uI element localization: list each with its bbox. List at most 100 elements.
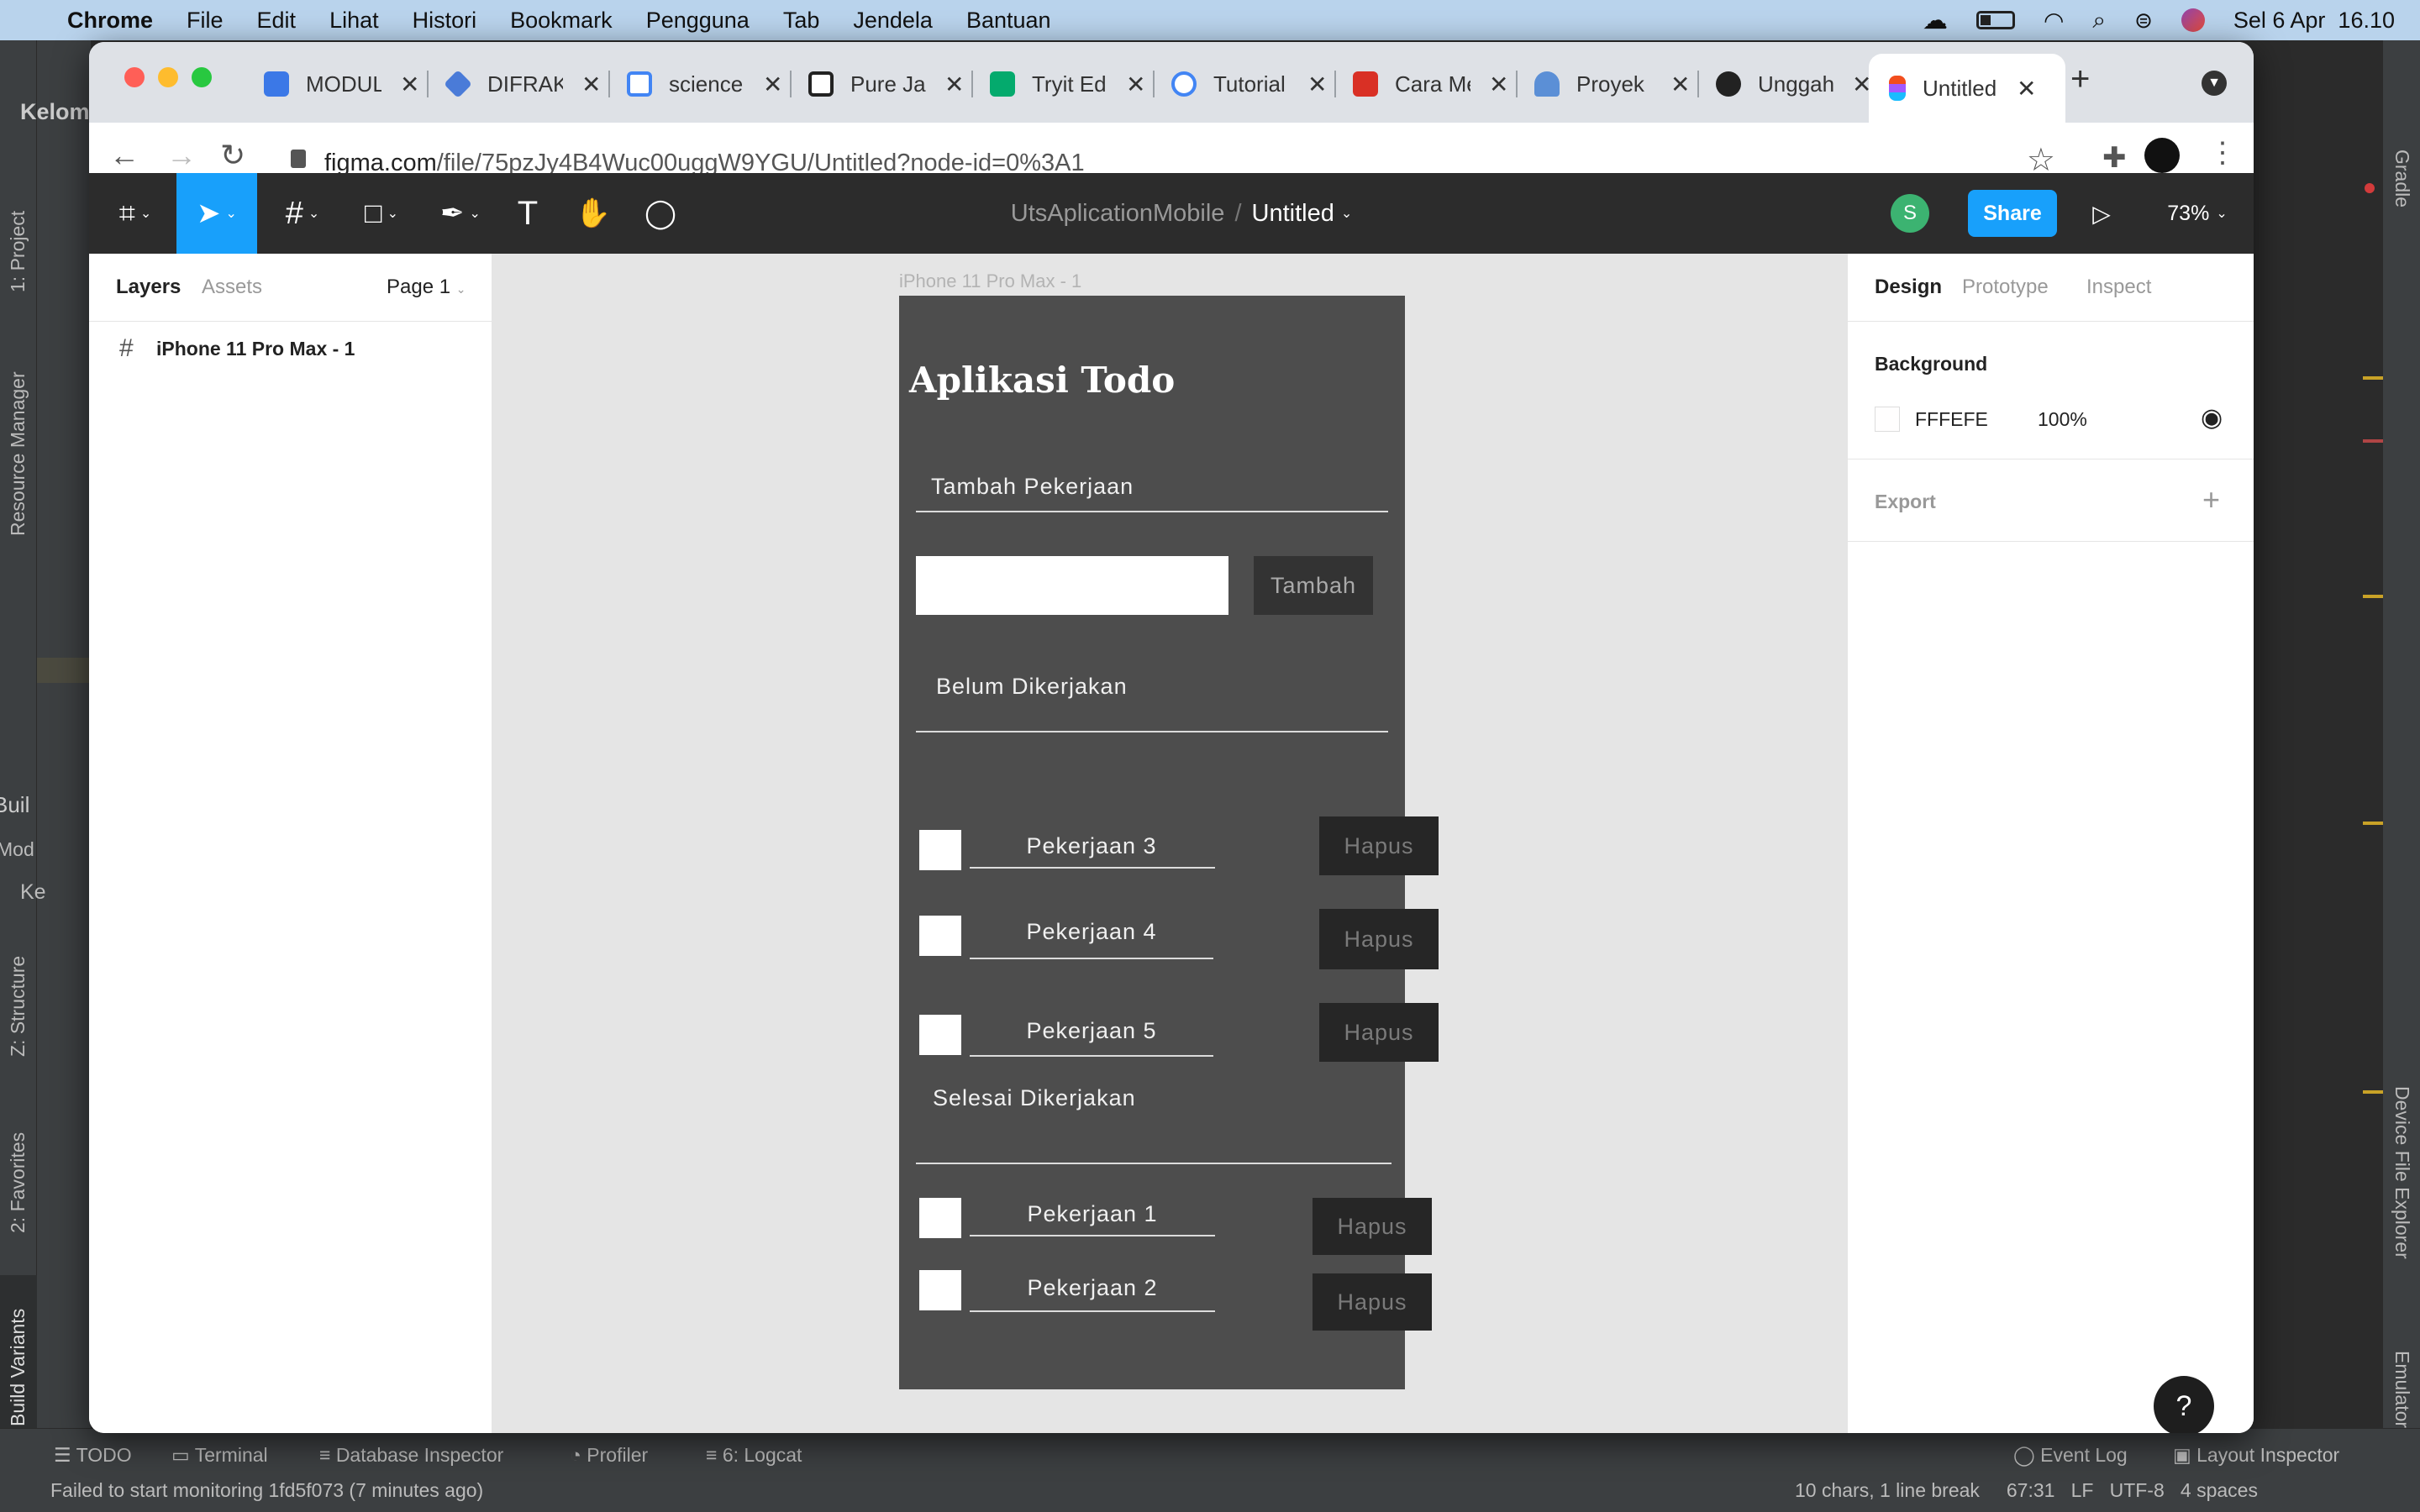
frame-label[interactable]: iPhone 11 Pro Max - 1 bbox=[899, 270, 1081, 292]
new-tab-button[interactable]: + bbox=[2070, 60, 2090, 98]
menu-bookmarks[interactable]: Bookmark bbox=[510, 8, 613, 34]
resource-manager-tab[interactable]: Resource Manager bbox=[7, 371, 29, 536]
page-selector[interactable]: Page 1 ⌄ bbox=[387, 276, 466, 299]
browser-tab-tryit-editor[interactable]: Tryit Ed ✕ bbox=[990, 59, 1145, 109]
browser-tab-tutorial[interactable]: Tutorial ✕ bbox=[1171, 59, 1327, 109]
browser-tab-untitled-active[interactable]: Untitled ✕ bbox=[1869, 54, 2065, 123]
browser-tab-difrak[interactable]: DIFRAK ✕ bbox=[444, 59, 601, 109]
delete-task-button[interactable]: Hapus bbox=[1319, 909, 1439, 969]
siri-icon[interactable] bbox=[2181, 8, 2205, 32]
text-tool-icon[interactable]: T bbox=[504, 173, 551, 254]
background-color-swatch[interactable] bbox=[1875, 407, 1900, 432]
menu-edit[interactable]: Edit bbox=[257, 8, 297, 34]
wifi-icon[interactable]: ◠ bbox=[2044, 7, 2064, 34]
tab-design[interactable]: Design bbox=[1875, 276, 1942, 299]
tab-layers[interactable]: Layers bbox=[116, 276, 181, 299]
close-window-button[interactable] bbox=[124, 67, 145, 87]
project-tool-tab[interactable]: 1: Project bbox=[7, 211, 29, 292]
rectangle-tool-icon[interactable]: □ ⌄ bbox=[350, 173, 413, 254]
frame-tool-icon[interactable]: # ⌄ bbox=[271, 173, 334, 254]
background-hex-value[interactable]: FFFEFE bbox=[1915, 408, 1988, 431]
done-task-checkbox[interactable] bbox=[919, 1270, 961, 1310]
structure-tab[interactable]: Z: Structure bbox=[7, 956, 29, 1057]
layer-row[interactable]: iPhone 11 Pro Max - 1 bbox=[156, 338, 355, 360]
browser-tab-science[interactable]: science ✕ bbox=[627, 59, 782, 109]
pen-tool-icon[interactable]: ✒ ⌄ bbox=[429, 173, 492, 254]
emulator-tab[interactable]: Emulator bbox=[2391, 1351, 2413, 1428]
control-center-icon[interactable]: ⊜ bbox=[2134, 8, 2153, 34]
zoom-window-button[interactable] bbox=[192, 67, 212, 87]
lock-icon[interactable] bbox=[291, 150, 306, 168]
todo-tab[interactable]: ☰ TODO bbox=[54, 1444, 132, 1467]
reload-icon[interactable]: ↻ bbox=[220, 138, 245, 173]
chrome-menu-icon[interactable]: ⋮ bbox=[2208, 136, 2237, 170]
menu-window[interactable]: Jendela bbox=[853, 8, 933, 34]
pending-task-checkbox[interactable] bbox=[919, 1015, 961, 1055]
delete-task-button[interactable]: Hapus bbox=[1319, 1003, 1439, 1062]
profile-avatar[interactable] bbox=[2144, 138, 2180, 173]
background-opacity-value[interactable]: 100% bbox=[2038, 408, 2087, 431]
close-tab-icon[interactable]: ✕ bbox=[581, 71, 601, 98]
close-tab-icon[interactable]: ✕ bbox=[1670, 71, 1690, 98]
add-task-button[interactable]: Tambah bbox=[1254, 556, 1373, 615]
browser-tab-proyek[interactable]: Proyek ✕ bbox=[1534, 59, 1690, 109]
favorites-tab[interactable]: 2: Favorites bbox=[7, 1132, 29, 1233]
phone-frame[interactable]: Aplikasi Todo Tambah Pekerjaan Tambah Be… bbox=[899, 296, 1439, 1389]
profiler-tab[interactable]: ◔ Profiler bbox=[570, 1444, 648, 1467]
zoom-menu[interactable]: 73% ⌄ bbox=[2160, 173, 2235, 254]
close-tab-icon[interactable]: ✕ bbox=[1307, 71, 1327, 98]
browser-tab-modul[interactable]: MODUL ✕ bbox=[264, 59, 419, 109]
hand-tool-icon[interactable]: ✋ bbox=[568, 173, 618, 254]
forward-arrow-icon[interactable]: → bbox=[166, 138, 197, 173]
pending-task-checkbox[interactable] bbox=[919, 830, 961, 870]
event-log-tab[interactable]: ◯ Event Log bbox=[2013, 1444, 2128, 1467]
pending-task-checkbox[interactable] bbox=[919, 916, 961, 956]
gradle-tab[interactable]: Gradle bbox=[2391, 150, 2413, 207]
extensions-puzzle-icon[interactable]: ✚ bbox=[2102, 141, 2127, 175]
menu-people[interactable]: Pengguna bbox=[646, 8, 750, 34]
project-name-link[interactable]: UtsAplicationMobile bbox=[1011, 200, 1225, 228]
close-tab-icon[interactable]: ✕ bbox=[2017, 75, 2036, 102]
tab-search-icon[interactable]: ▼ bbox=[2202, 71, 2227, 96]
device-file-explorer-tab[interactable]: Device File Explorer bbox=[2391, 1086, 2413, 1259]
database-inspector-tab[interactable]: ≡ Database Inspector bbox=[319, 1444, 503, 1467]
menu-help[interactable]: Bantuan bbox=[966, 8, 1051, 34]
delete-task-button[interactable]: Hapus bbox=[1313, 1273, 1432, 1331]
battery-icon[interactable] bbox=[1975, 11, 2015, 29]
cloud-icon[interactable]: ☁ bbox=[1923, 6, 1948, 35]
eye-visibility-icon[interactable]: ◉ bbox=[2201, 403, 2223, 433]
done-task-checkbox[interactable] bbox=[919, 1198, 961, 1238]
share-button[interactable]: Share bbox=[1968, 173, 2057, 254]
close-tab-icon[interactable]: ✕ bbox=[944, 71, 964, 98]
menu-tab[interactable]: Tab bbox=[783, 8, 820, 34]
menu-view[interactable]: Lihat bbox=[329, 8, 379, 34]
spotlight-search-icon[interactable]: ⌕ bbox=[2092, 7, 2106, 34]
browser-tab-cara-me[interactable]: Cara Me ✕ bbox=[1353, 59, 1508, 109]
tab-inspect[interactable]: Inspect bbox=[2086, 276, 2151, 299]
back-arrow-icon[interactable]: ← bbox=[109, 138, 139, 173]
file-name[interactable]: Untitled bbox=[1252, 200, 1334, 228]
delete-task-button[interactable]: Hapus bbox=[1313, 1198, 1432, 1255]
present-play-icon[interactable]: ▷ bbox=[2081, 173, 2123, 254]
close-tab-icon[interactable]: ✕ bbox=[1489, 71, 1508, 98]
move-tool-icon[interactable]: ➤ ⌄ bbox=[176, 173, 257, 254]
user-avatar[interactable]: S bbox=[1889, 173, 1931, 254]
menu-file[interactable]: File bbox=[187, 8, 224, 34]
figma-main-menu-icon[interactable]: ⌗ ⌄ bbox=[106, 173, 165, 254]
menu-app-chrome[interactable]: Chrome bbox=[67, 8, 153, 34]
close-tab-icon[interactable]: ✕ bbox=[1126, 71, 1145, 98]
browser-tab-unggah[interactable]: Unggah ✕ bbox=[1716, 59, 1871, 109]
close-tab-icon[interactable]: ✕ bbox=[400, 71, 419, 98]
minimize-window-button[interactable] bbox=[158, 67, 178, 87]
chevron-down-icon[interactable]: ⌄ bbox=[1341, 205, 1352, 222]
terminal-tab[interactable]: ▭ Terminal bbox=[171, 1444, 268, 1467]
tab-assets[interactable]: Assets bbox=[202, 276, 262, 299]
build-variants-tab[interactable]: Build Variants bbox=[7, 1309, 29, 1426]
help-button[interactable]: ? bbox=[2154, 1376, 2214, 1433]
tab-prototype[interactable]: Prototype bbox=[1962, 276, 2049, 299]
task-input[interactable] bbox=[916, 556, 1228, 615]
logcat-tab[interactable]: ≡ 6: Logcat bbox=[706, 1444, 802, 1467]
add-export-icon[interactable]: + bbox=[2202, 482, 2220, 517]
layout-inspector-tab[interactable]: ▣ Layout Inspector bbox=[2173, 1444, 2339, 1467]
browser-tab-pure-java[interactable]: Pure Ja ✕ bbox=[808, 59, 964, 109]
